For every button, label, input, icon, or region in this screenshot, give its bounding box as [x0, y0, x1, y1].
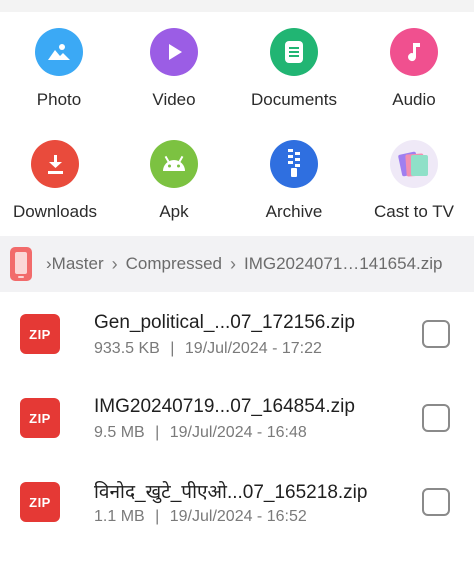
top-divider [0, 0, 474, 12]
cast-cards-icon [390, 140, 438, 188]
zip-file-icon: ZIP [20, 482, 60, 522]
download-icon [31, 140, 79, 188]
file-size: 933.5 KB [94, 340, 160, 357]
chevron-right-icon: › [111, 253, 118, 274]
category-label: Cast to TV [374, 202, 454, 221]
breadcrumb-item-master[interactable]: ›Master [46, 254, 104, 274]
category-documents[interactable]: Documents [235, 28, 353, 110]
zip-file-icon: ZIP [20, 314, 60, 354]
list-item[interactable]: ZIP IMG20240719...07_164854.zip 9.5 MB |… [0, 376, 474, 460]
category-label: Audio [392, 90, 436, 109]
breadcrumb-item-current[interactable]: IMG2024071…141654.zip [244, 254, 442, 274]
file-name: विनोद_खुटे_पीएओ...07_165218.zip [94, 482, 368, 503]
file-meta: 9.5 MB | 19/Jul/2024 - 16:48 [94, 424, 307, 442]
file-date: 19/Jul/2024 - 17:22 [184, 340, 322, 357]
file-meta: 933.5 KB | 19/Jul/2024 - 17:22 [94, 340, 322, 358]
play-icon [150, 28, 198, 76]
file-size: 9.5 MB [94, 424, 145, 441]
category-cast-to-tv[interactable]: Cast to TV [355, 140, 473, 222]
zip-file-icon: ZIP [20, 398, 60, 438]
category-downloads[interactable]: Downloads [0, 140, 114, 222]
select-checkbox[interactable] [422, 320, 450, 348]
phone-storage-icon[interactable] [10, 247, 32, 281]
category-label: Downloads [12, 202, 98, 221]
category-video[interactable]: Video [115, 28, 233, 110]
category-label: Documents [251, 90, 337, 109]
category-audio[interactable]: Audio [355, 28, 473, 110]
zipper-icon [270, 140, 318, 188]
meta-separator: | [155, 424, 160, 441]
category-label: Apk [159, 202, 189, 221]
file-name: IMG20240719...07_164854.zip [94, 396, 355, 417]
file-name: Gen_political_...07_172156.zip [94, 312, 355, 333]
file-date: 19/Jul/2024 - 16:52 [169, 508, 307, 525]
category-photo[interactable]: Photo [0, 28, 118, 110]
category-archive[interactable]: Archive [235, 140, 353, 222]
music-note-icon [390, 28, 438, 76]
category-label: Photo [36, 90, 82, 109]
meta-separator: | [155, 508, 160, 525]
file-date: 19/Jul/2024 - 16:48 [169, 424, 307, 441]
file-meta: 1.1 MB | 19/Jul/2024 - 16:52 [94, 508, 307, 526]
document-icon [270, 28, 318, 76]
select-checkbox[interactable] [422, 488, 450, 516]
android-icon [150, 140, 198, 188]
file-size: 1.1 MB [94, 508, 145, 525]
breadcrumb: ›Master › Compressed › IMG2024071…141654… [0, 236, 474, 292]
chevron-right-icon: › [230, 253, 236, 274]
list-item[interactable]: ZIP विनोद_खुटे_पीएओ...07_165218.zip 1.1 … [0, 460, 474, 544]
list-item[interactable]: ZIP Gen_political_...07_172156.zip 933.5… [0, 292, 474, 376]
category-label: Video [152, 90, 196, 109]
category-label: Archive [265, 202, 323, 221]
breadcrumb-item-compressed[interactable]: Compressed [126, 254, 222, 274]
select-checkbox[interactable] [422, 404, 450, 432]
category-apk[interactable]: Apk [115, 140, 233, 222]
meta-separator: | [170, 340, 175, 357]
image-icon [35, 28, 83, 76]
